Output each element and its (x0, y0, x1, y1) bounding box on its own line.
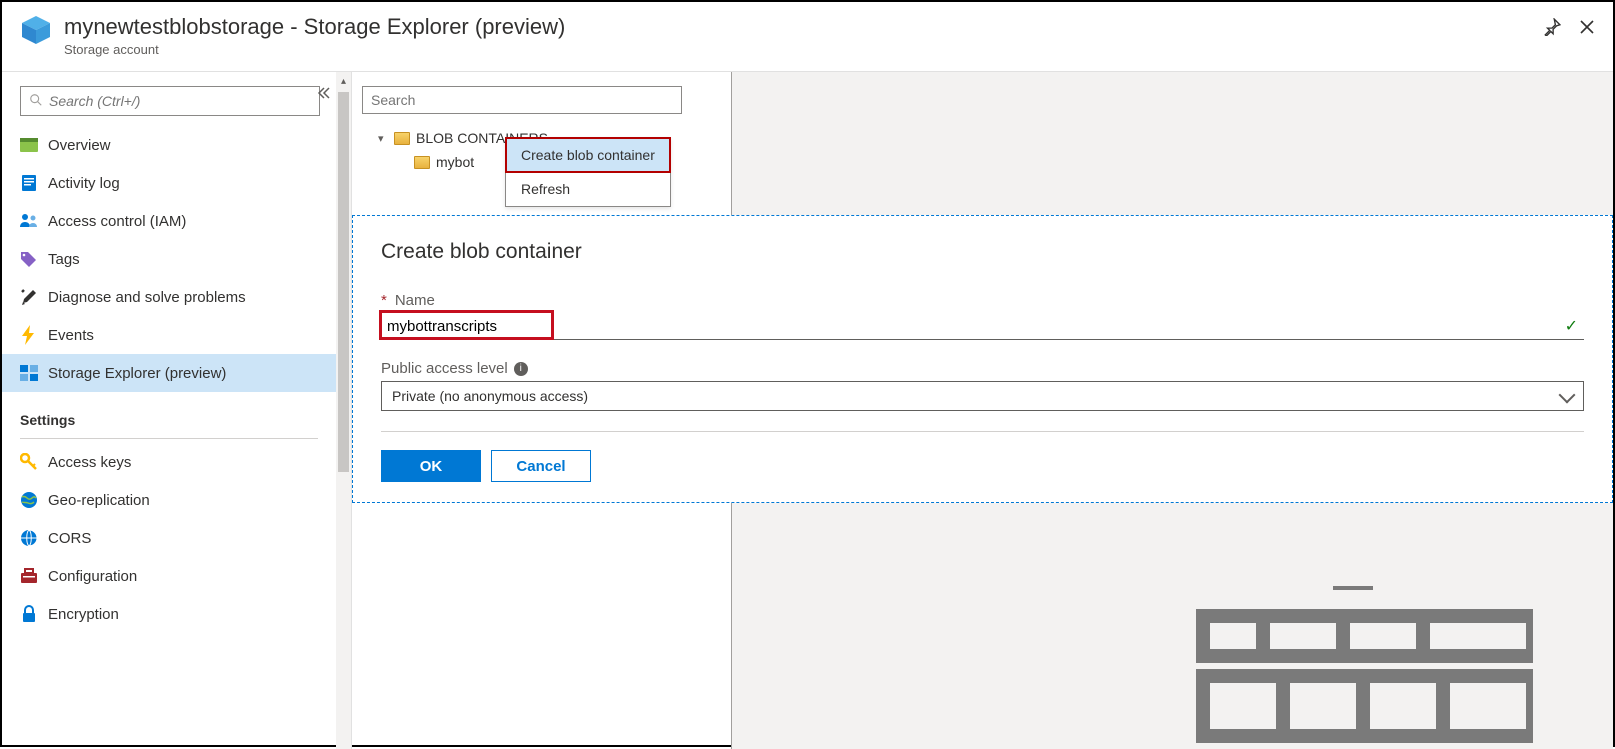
required-indicator: * (381, 292, 387, 309)
configuration-icon (20, 567, 38, 585)
tree-search-input[interactable] (371, 92, 673, 108)
divider (381, 431, 1584, 432)
globe-icon (20, 491, 38, 509)
caret-down-icon[interactable]: ▾ (378, 132, 388, 145)
nav-configuration[interactable]: Configuration (2, 557, 336, 595)
page-header: mynewtestblobstorage - Storage Explorer … (2, 2, 1613, 72)
sidebar-search[interactable] (20, 86, 320, 116)
cors-icon (20, 529, 38, 547)
name-input[interactable] (387, 318, 1565, 335)
tree-search[interactable] (362, 86, 682, 114)
page-title: mynewtestblobstorage - Storage Explorer … (64, 14, 1543, 40)
form-title: Create blob container (381, 240, 1584, 264)
activity-log-icon (20, 174, 38, 192)
nav-activity-log[interactable]: Activity log (2, 164, 336, 202)
scrollbar-thumb[interactable] (338, 92, 349, 472)
scroll-up-icon[interactable]: ▴ (336, 72, 351, 90)
context-menu: Create blob container Refresh (505, 137, 671, 207)
nav-access-control[interactable]: Access control (IAM) (2, 202, 336, 240)
context-refresh[interactable]: Refresh (506, 172, 670, 206)
nav-encryption[interactable]: Encryption (2, 595, 336, 633)
nav-label: Storage Explorer (preview) (48, 365, 226, 382)
lock-icon (20, 605, 38, 623)
nav-overview[interactable]: Overview (2, 126, 336, 164)
nav-label: CORS (48, 530, 91, 547)
sidebar-search-input[interactable] (49, 93, 311, 109)
key-icon (20, 453, 38, 471)
name-label: * Name (381, 292, 1584, 309)
context-create-blob-container[interactable]: Create blob container (506, 138, 670, 172)
access-level-select[interactable]: Private (no anonymous access) (381, 381, 1584, 411)
nav-geo-replication[interactable]: Geo-replication (2, 481, 336, 519)
name-input-wrap[interactable]: ✓ (381, 313, 1584, 340)
tags-icon (20, 250, 38, 268)
collapse-sidebar-icon[interactable] (317, 86, 331, 103)
nav-events[interactable]: Events (2, 316, 336, 354)
sidebar-scrollbar[interactable]: ▴ (336, 72, 351, 749)
sidebar: Overview Activity log Access control (IA… (2, 72, 352, 749)
main-area: ▾ BLOB CONTAINERS mybot Create blob cont… (352, 72, 1613, 749)
select-value: Private (no anonymous access) (392, 388, 588, 404)
nav-label: Events (48, 327, 94, 344)
nav-label: Access keys (48, 454, 131, 471)
nav-label: Activity log (48, 175, 120, 192)
diagnose-icon (20, 288, 38, 306)
nav-storage-explorer[interactable]: Storage Explorer (preview) (2, 354, 336, 392)
overview-icon (20, 136, 38, 154)
access-control-icon (20, 212, 38, 230)
nav-label: Tags (48, 251, 80, 268)
ok-button[interactable]: OK (381, 450, 481, 482)
background-graphic (1173, 586, 1533, 749)
cancel-button[interactable]: Cancel (491, 450, 591, 482)
divider (20, 438, 318, 439)
folder-icon (414, 156, 430, 169)
nav-label: Overview (48, 137, 111, 154)
nav-tags[interactable]: Tags (2, 240, 336, 278)
search-icon (29, 93, 43, 110)
access-level-label: Public access level i (381, 360, 1584, 377)
pin-icon[interactable] (1543, 18, 1561, 39)
page-subtitle: Storage account (64, 42, 1543, 57)
storage-explorer-icon (20, 364, 38, 382)
check-icon: ✓ (1565, 316, 1578, 336)
nav-cors[interactable]: CORS (2, 519, 336, 557)
tree-label: mybot (436, 154, 474, 170)
storage-cube-icon (20, 14, 52, 46)
nav-label: Geo-replication (48, 492, 150, 509)
nav-diagnose[interactable]: Diagnose and solve problems (2, 278, 336, 316)
events-icon (20, 326, 38, 344)
nav-label: Access control (IAM) (48, 213, 186, 230)
settings-header: Settings (2, 392, 336, 434)
nav-access-keys[interactable]: Access keys (2, 443, 336, 481)
nav-label: Configuration (48, 568, 137, 585)
folder-icon (394, 132, 410, 145)
close-icon[interactable] (1579, 19, 1595, 38)
nav-label: Encryption (48, 606, 119, 623)
create-blob-container-form: Create blob container * Name ✓ Public ac… (352, 215, 1613, 503)
nav-label: Diagnose and solve problems (48, 289, 246, 306)
chevron-down-icon (1561, 388, 1573, 404)
info-icon[interactable]: i (514, 362, 528, 376)
